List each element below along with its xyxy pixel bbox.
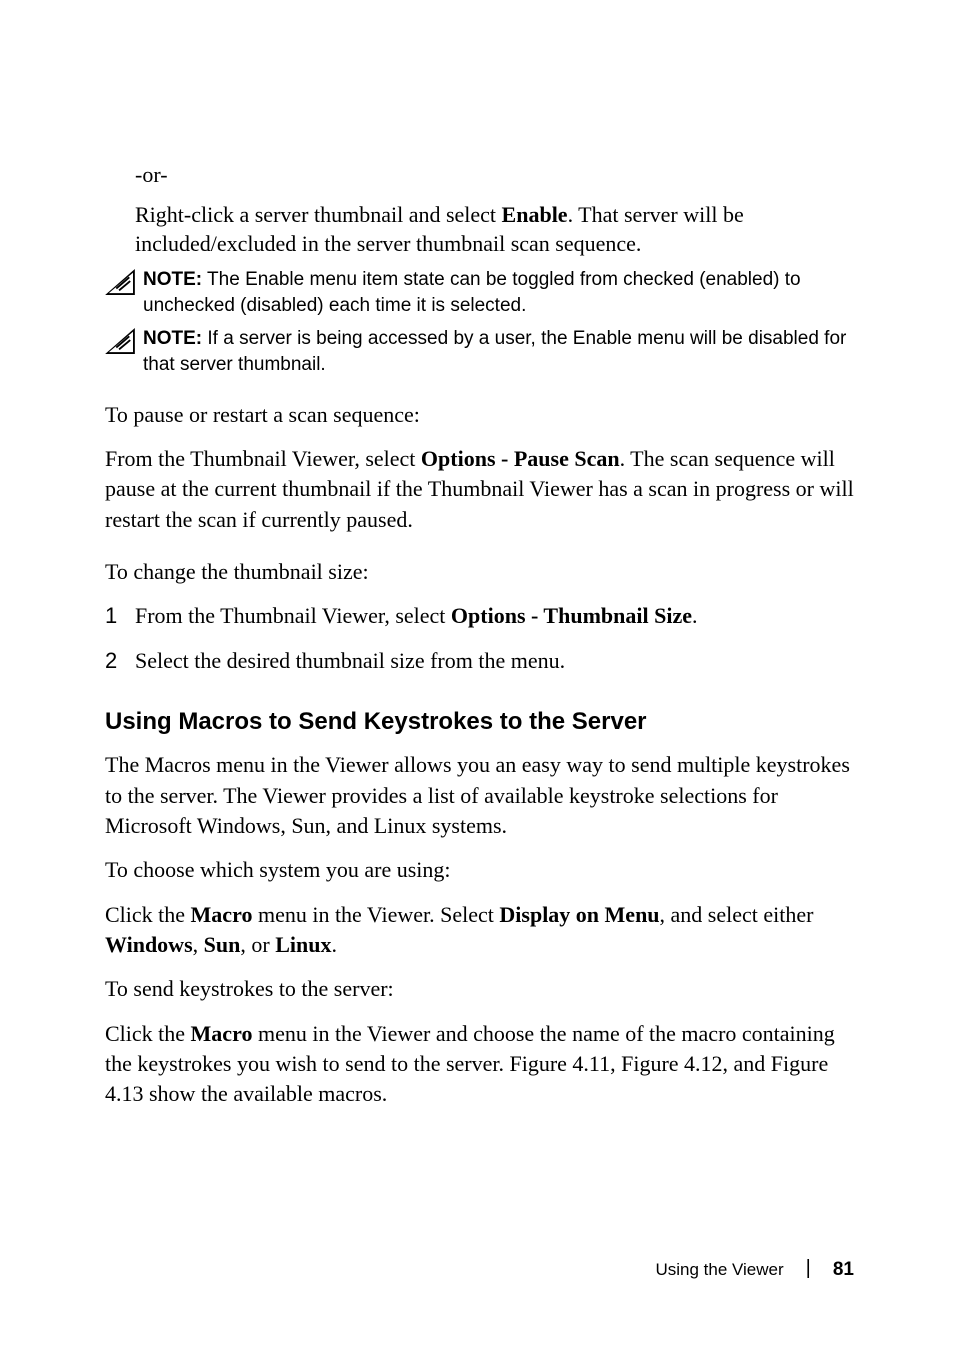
note-text-2: NOTE: If a server is being accessed by a…	[143, 326, 854, 377]
display-on-menu-bold: Display on Menu	[499, 902, 659, 927]
text-segment: Click the	[105, 902, 191, 927]
text-segment: ,	[193, 932, 204, 957]
or-block: -or- Right-click a server thumbnail and …	[135, 160, 854, 259]
click-macro-paragraph-2: Click the Macro menu in the Viewer and c…	[105, 1019, 854, 1110]
macro-bold: Macro	[191, 902, 253, 927]
text-segment: .	[331, 932, 337, 957]
linux-bold: Linux	[275, 932, 331, 957]
click-macro-paragraph-1: Click the Macro menu in the Viewer. Sele…	[105, 900, 854, 961]
options-pause-bold: Options - Pause Scan	[421, 446, 620, 471]
right-click-paragraph: Right-click a server thumbnail and selec…	[135, 200, 854, 259]
text-segment: From the Thumbnail Viewer, select	[135, 603, 451, 628]
text-segment: .	[692, 603, 698, 628]
text-segment: From the Thumbnail Viewer, select	[105, 446, 421, 471]
footer-separator: |	[806, 1257, 811, 1280]
change-size-line: To change the thumbnail size:	[105, 557, 854, 587]
note-label: NOTE:	[143, 269, 202, 290]
note-icon	[105, 328, 135, 354]
note-body: If a server is being accessed by a user,…	[143, 328, 846, 375]
sun-bold: Sun	[204, 932, 241, 957]
send-keystrokes-line: To send keystrokes to the server:	[105, 974, 854, 1004]
options-thumb-bold: Options - Thumbnail Size	[451, 603, 692, 628]
note-row-2: NOTE: If a server is being accessed by a…	[105, 326, 854, 377]
text-segment: Click the	[105, 1021, 191, 1046]
macros-paragraph: The Macros menu in the Viewer allows you…	[105, 750, 854, 841]
from-thumbnail-paragraph: From the Thumbnail Viewer, select Option…	[105, 444, 854, 535]
page-container: -or- Right-click a server thumbnail and …	[0, 0, 954, 1351]
list-text: Select the desired thumbnail size from t…	[135, 646, 565, 676]
text-segment: Right-click a server thumbnail and selec…	[135, 202, 502, 227]
note-body: The Enable menu item state can be toggle…	[143, 269, 801, 316]
note-row-1: NOTE: The Enable menu item state can be …	[105, 267, 854, 318]
list-number: 2	[105, 646, 135, 676]
macro-bold: Macro	[191, 1021, 253, 1046]
text-segment: , and select either	[660, 902, 814, 927]
list-item-2: 2 Select the desired thumbnail size from…	[105, 646, 854, 676]
enable-bold: Enable	[502, 202, 568, 227]
text-segment: , or	[240, 932, 275, 957]
windows-bold: Windows	[105, 932, 193, 957]
list-text: From the Thumbnail Viewer, select Option…	[135, 601, 697, 631]
choose-system-line: To choose which system you are using:	[105, 855, 854, 885]
section-heading: Using Macros to Send Keystrokes to the S…	[105, 708, 854, 736]
pause-heading-line: To pause or restart a scan sequence:	[105, 400, 854, 430]
footer-page-number: 81	[833, 1259, 854, 1281]
page-footer: Using the Viewer | 81	[655, 1258, 854, 1281]
list-number: 1	[105, 601, 135, 631]
note-text-1: NOTE: The Enable menu item state can be …	[143, 267, 854, 318]
text-segment: menu in the Viewer. Select	[252, 902, 499, 927]
or-text: -or-	[135, 160, 854, 190]
footer-title: Using the Viewer	[655, 1260, 783, 1280]
note-label: NOTE:	[143, 328, 202, 349]
note-icon	[105, 269, 135, 295]
list-item-1: 1 From the Thumbnail Viewer, select Opti…	[105, 601, 854, 631]
